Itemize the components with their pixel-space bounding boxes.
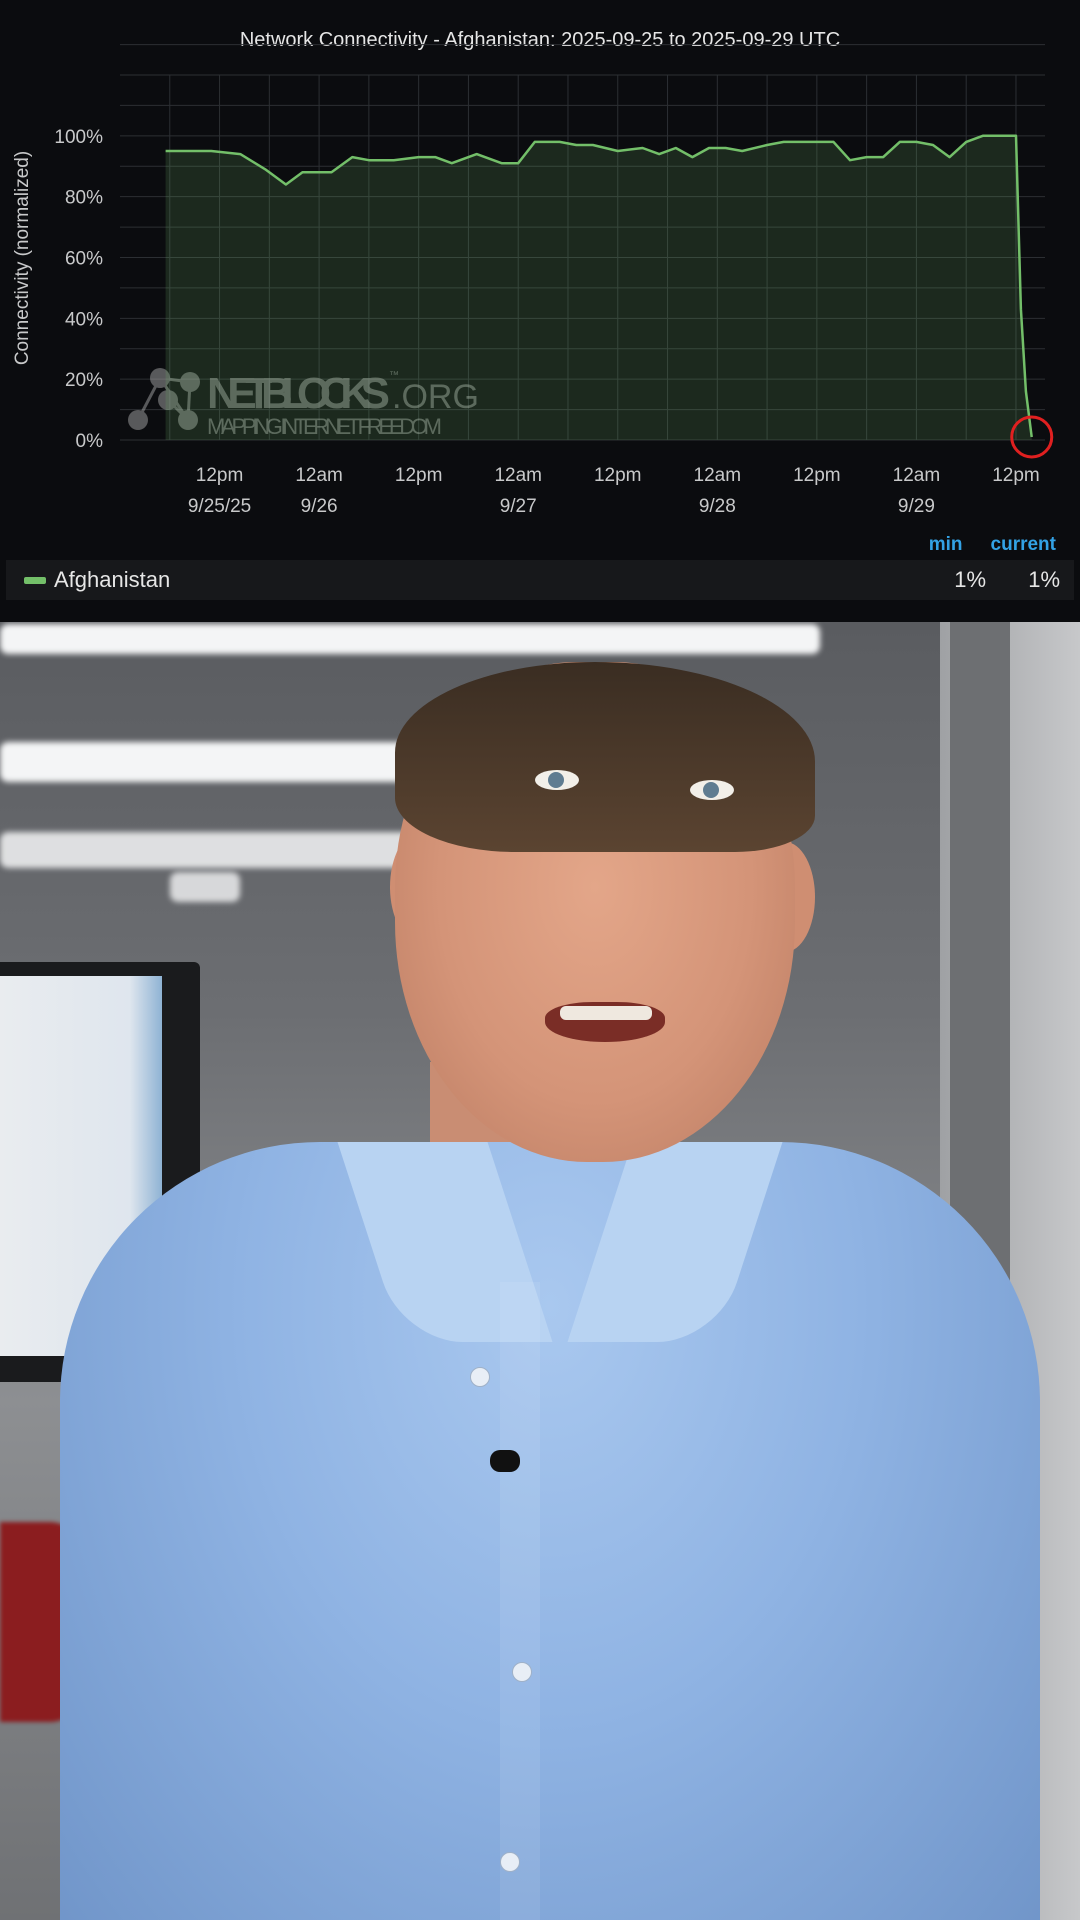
shirt-button — [500, 1852, 520, 1872]
legend-min-value: 1% — [954, 567, 986, 592]
legend-current-value: 1% — [1028, 567, 1060, 592]
y-tick-label: 0% — [76, 431, 104, 452]
x-tick-date-label: 9/28 — [699, 496, 736, 517]
y-tick-label: 80% — [65, 188, 103, 209]
legend-header: min current — [929, 534, 1056, 556]
eye-iris — [703, 782, 719, 798]
legend-min-header[interactable]: min — [929, 534, 963, 556]
lapel-microphone — [490, 1450, 520, 1472]
series-area-afghanistan — [165, 135, 1032, 441]
x-tick-date-label: 9/26 — [301, 496, 338, 517]
y-axis-label: Connectivity (normalized) — [12, 151, 33, 365]
legend-current-header[interactable]: current — [991, 534, 1056, 556]
x-tick-date-label: 9/29 — [898, 496, 935, 517]
x-tick-label: 12pm — [793, 465, 841, 486]
legend-series-name: Afghanistan — [54, 567, 171, 592]
ceiling-light — [0, 624, 820, 654]
connectivity-chart: Network Connectivity - Afghanistan: 2025… — [12, 29, 1054, 517]
ceiling-light — [0, 832, 420, 868]
eye-iris — [548, 772, 564, 788]
y-tick-label: 60% — [65, 249, 103, 270]
x-tick-label: 12am — [295, 465, 343, 486]
shirt-button — [512, 1662, 532, 1682]
presenter-teeth — [560, 1006, 652, 1020]
x-tick-label: 12am — [494, 465, 542, 486]
y-tick-label: 40% — [65, 309, 103, 330]
x-tick-label: 12am — [694, 465, 742, 486]
y-tick-label: 20% — [65, 370, 103, 391]
x-tick-label: 12am — [893, 465, 941, 486]
x-tick-label: 12pm — [594, 465, 642, 486]
x-tick-label: 12pm — [395, 465, 443, 486]
ceiling-light — [0, 742, 440, 782]
y-tick-label: 100% — [54, 127, 103, 148]
chart-panel: Network Connectivity - Afghanistan: 2025… — [0, 0, 1080, 622]
shirt-placket — [500, 1282, 540, 1920]
x-tick-date-label: 9/27 — [500, 496, 537, 517]
x-tick-label: 12pm — [992, 465, 1040, 486]
legend-swatch — [24, 576, 46, 584]
ceiling-light — [170, 872, 240, 902]
legend-row-afghanistan[interactable]: Afghanistan 1% 1% — [6, 560, 1074, 600]
presenter-eye — [535, 770, 579, 790]
presenter-eye — [690, 780, 734, 800]
x-tick-label: 12pm — [196, 465, 244, 486]
presenter-shirt — [60, 1142, 1040, 1920]
x-tick-date-label: 9/25/25 — [188, 496, 251, 517]
presenter-video-frame — [0, 622, 1080, 1920]
presenter-hair — [395, 662, 815, 852]
chart-title: Network Connectivity - Afghanistan: 2025… — [240, 29, 840, 51]
shirt-button — [470, 1367, 490, 1387]
